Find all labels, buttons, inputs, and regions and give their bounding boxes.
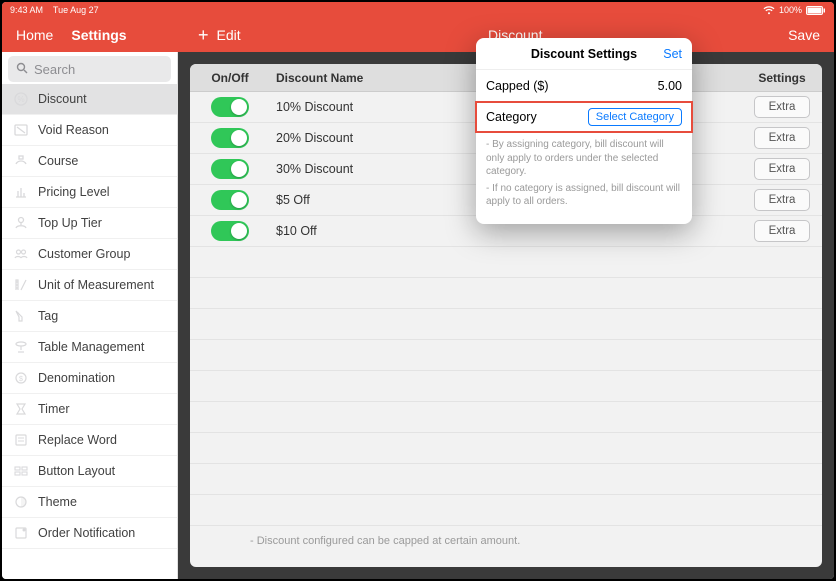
menu-icon <box>12 431 30 449</box>
wifi-icon <box>763 6 775 15</box>
sidebar-item-label: Denomination <box>38 371 115 385</box>
popover-title: Discount Settings <box>531 47 637 61</box>
search-placeholder: Search <box>34 62 75 77</box>
sidebar-item-denomination[interactable]: $ Denomination <box>2 363 177 394</box>
status-bar: 9:43 AM Tue Aug 27 100% <box>2 2 834 18</box>
menu-icon <box>12 338 30 356</box>
popover-note-2: - If no category is assigned, bill disco… <box>486 182 682 209</box>
svg-text:$: $ <box>19 376 23 383</box>
menu-icon <box>12 524 30 542</box>
toggle-switch[interactable] <box>211 159 249 179</box>
table-row-empty <box>190 464 822 495</box>
sidebar-item-label: Theme <box>38 495 77 509</box>
table-row-empty <box>190 402 822 433</box>
battery-icon <box>806 6 826 15</box>
search-icon <box>16 62 28 77</box>
toggle-switch[interactable] <box>211 190 249 210</box>
svg-text:%: % <box>17 95 24 104</box>
menu-icon <box>12 183 30 201</box>
status-date: Tue Aug 27 <box>53 5 99 15</box>
sidebar-item-label: Button Layout <box>38 464 115 478</box>
table-row-empty <box>190 495 822 526</box>
select-category-button[interactable]: Select Category <box>588 108 682 126</box>
sidebar-item-theme[interactable]: Theme <box>2 487 177 518</box>
sidebar-item-label: Pricing Level <box>38 185 110 199</box>
sidebar-item-replace-word[interactable]: Replace Word <box>2 425 177 456</box>
sidebar-item-label: Order Notification <box>38 526 135 540</box>
battery-percent: 100% <box>779 5 802 15</box>
sidebar-item-course[interactable]: Course <box>2 146 177 177</box>
sidebar-item-label: Void Reason <box>38 123 109 137</box>
extra-button[interactable]: Extra <box>754 158 810 180</box>
sidebar-item-label: Replace Word <box>38 433 117 447</box>
menu-icon: % <box>12 90 30 108</box>
sidebar-item-label: Timer <box>38 402 69 416</box>
menu-icon <box>12 245 30 263</box>
capped-label: Capped ($) <box>486 79 549 93</box>
settings-nav[interactable]: Settings <box>71 27 126 43</box>
discount-name: $10 Off <box>270 224 742 238</box>
menu-icon <box>12 493 30 511</box>
sidebar-item-label: Customer Group <box>38 247 130 261</box>
discount-settings-popover: Discount Settings Set Capped ($) Categor… <box>476 38 692 224</box>
popover-note-1: - By assigning category, bill discount w… <box>486 138 682 179</box>
menu-icon <box>12 121 30 139</box>
toggle-switch[interactable] <box>211 221 249 241</box>
sidebar-item-label: Top Up Tier <box>38 216 102 230</box>
app-header: Home Settings + Edit Discount Save <box>2 18 834 52</box>
home-nav[interactable]: Home <box>16 27 53 43</box>
menu-icon <box>12 152 30 170</box>
menu-icon <box>12 214 30 232</box>
sidebar-item-void-reason[interactable]: Void Reason <box>2 115 177 146</box>
capped-input[interactable] <box>622 79 682 93</box>
add-icon[interactable]: + <box>198 26 209 44</box>
menu-icon <box>12 400 30 418</box>
sidebar-item-table-management[interactable]: Table Management <box>2 332 177 363</box>
sidebar-item-label: Tag <box>38 309 58 323</box>
sidebar-item-button-layout[interactable]: Button Layout <box>2 456 177 487</box>
sidebar-item-customer-group[interactable]: Customer Group <box>2 239 177 270</box>
set-button[interactable]: Set <box>663 47 682 61</box>
category-label: Category <box>486 110 537 124</box>
save-button[interactable]: Save <box>788 27 820 43</box>
status-time: 9:43 AM <box>10 5 43 15</box>
table-row-empty <box>190 247 822 278</box>
extra-button[interactable]: Extra <box>754 96 810 118</box>
toggle-switch[interactable] <box>211 97 249 117</box>
sidebar: Search % Discount Void Reason Course Pricing… <box>2 52 178 579</box>
sidebar-item-label: Discount <box>38 92 87 106</box>
menu-icon <box>12 276 30 294</box>
table-row-empty <box>190 309 822 340</box>
edit-button[interactable]: Edit <box>217 27 241 43</box>
toggle-switch[interactable] <box>211 128 249 148</box>
sidebar-item-timer[interactable]: Timer <box>2 394 177 425</box>
sidebar-item-discount[interactable]: % Discount <box>2 84 177 115</box>
sidebar-item-label: Unit of Measurement <box>38 278 154 292</box>
footer-note: - Discount configured can be capped at c… <box>250 535 520 547</box>
extra-button[interactable]: Extra <box>754 127 810 149</box>
sidebar-item-unit-of-measurement[interactable]: Unit of Measurement <box>2 270 177 301</box>
sidebar-item-top-up-tier[interactable]: Top Up Tier <box>2 208 177 239</box>
sidebar-item-pricing-level[interactable]: Pricing Level <box>2 177 177 208</box>
col-onoff: On/Off <box>190 71 270 85</box>
search-input[interactable]: Search <box>8 56 171 82</box>
extra-button[interactable]: Extra <box>754 189 810 211</box>
menu-icon: $ <box>12 369 30 387</box>
menu-icon <box>12 307 30 325</box>
table-row-empty <box>190 340 822 371</box>
menu-icon <box>12 462 30 480</box>
sidebar-item-label: Course <box>38 154 78 168</box>
sidebar-item-label: Table Management <box>38 340 144 354</box>
extra-button[interactable]: Extra <box>754 220 810 242</box>
table-row-empty <box>190 371 822 402</box>
table-row-empty <box>190 433 822 464</box>
sidebar-item-tag[interactable]: Tag <box>2 301 177 332</box>
sidebar-item-order-notification[interactable]: Order Notification <box>2 518 177 549</box>
table-row-empty <box>190 278 822 309</box>
col-settings: Settings <box>742 71 822 85</box>
